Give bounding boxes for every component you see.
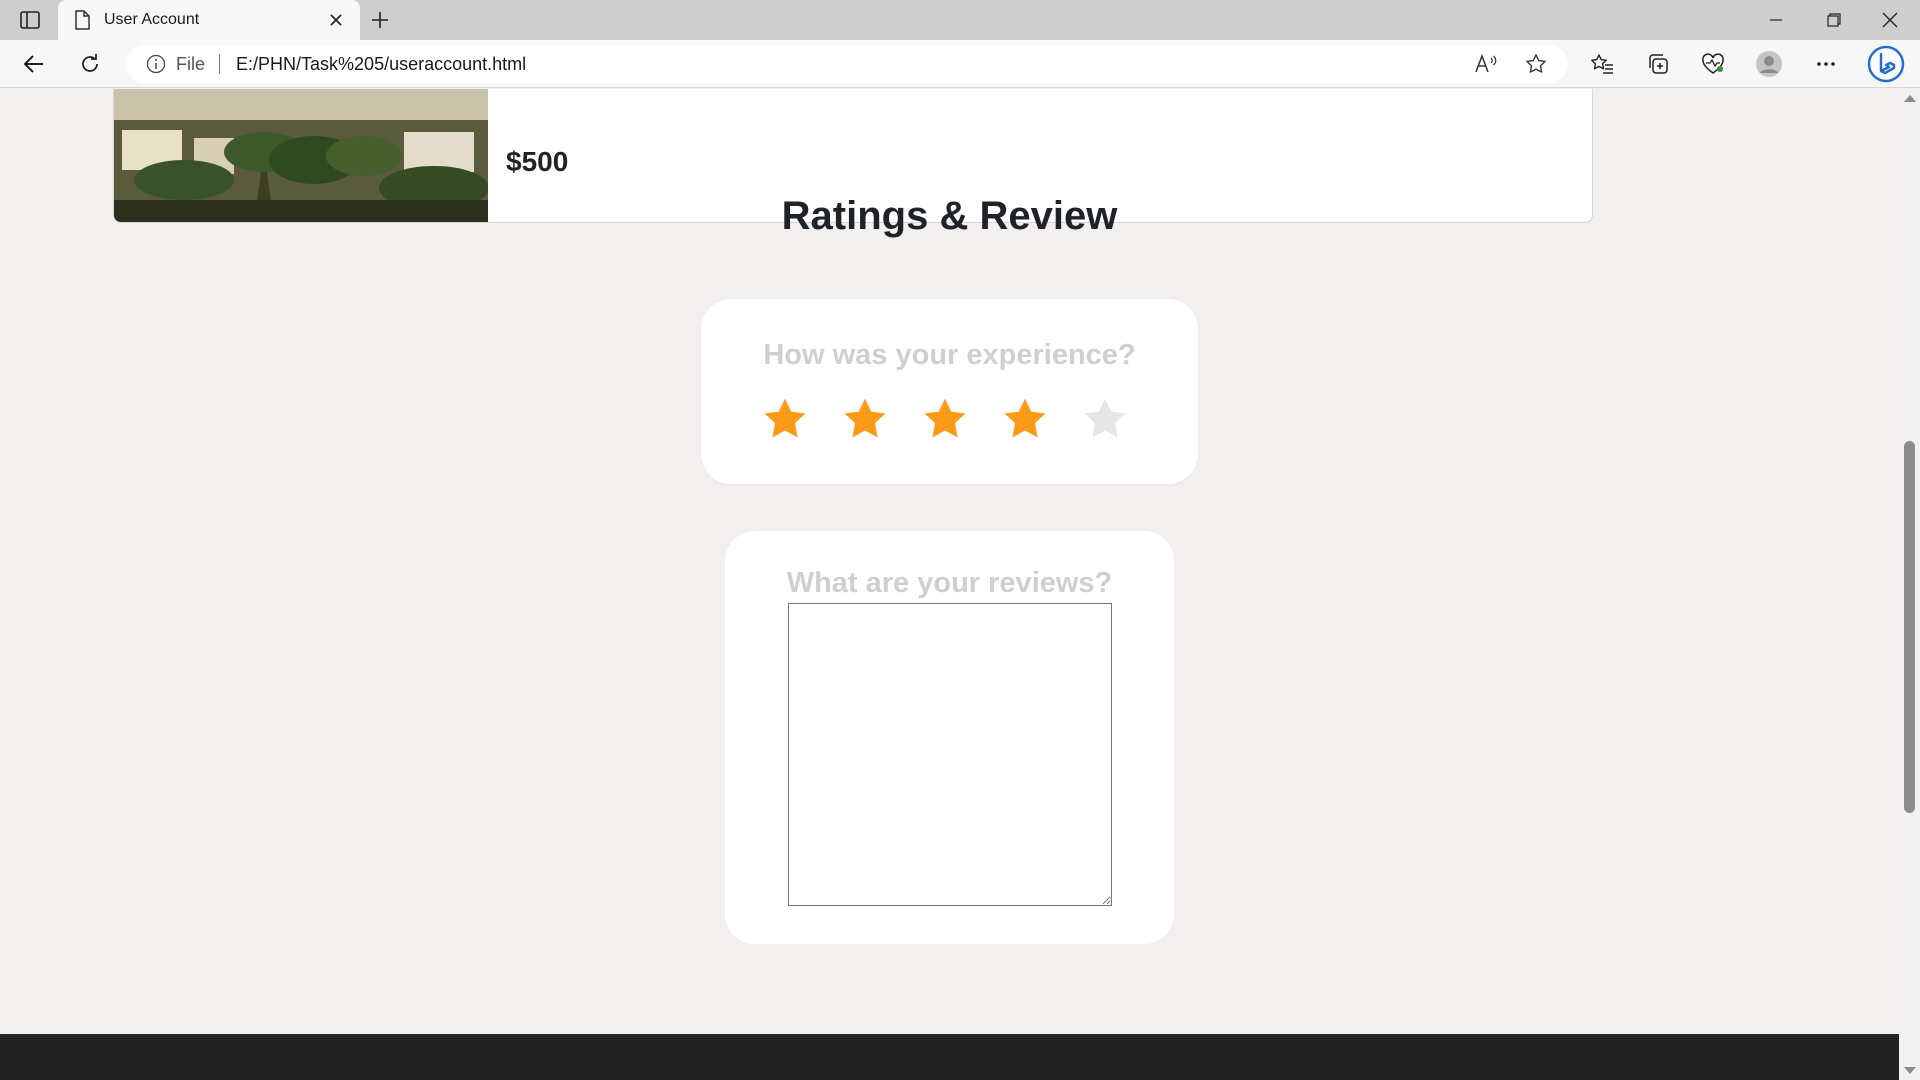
booking-price: $500 [506,146,569,177]
tab-user-account[interactable]: User Account [58,0,360,40]
star-rating [761,395,1129,443]
scroll-up-arrow-icon[interactable] [1904,95,1916,102]
page-footer [0,1034,1899,1080]
profile-button[interactable] [1751,48,1787,80]
close-icon [330,14,342,26]
tab-actions-icon [20,11,40,29]
heart-pulse-icon [1702,53,1724,74]
minimize-icon [1770,19,1782,21]
scroll-down-arrow-icon[interactable] [1904,1067,1916,1074]
collections-icon [1649,54,1668,74]
experience-question: How was your experience? [763,339,1136,371]
browser-essentials-button[interactable] [1695,48,1731,80]
address-bar[interactable]: File E:/PHN/Task%205/useraccount.html [126,45,1568,83]
tab-title: User Account [104,11,200,28]
reload-icon [82,54,98,72]
address-url[interactable]: E:/PHN/Task%205/useraccount.html [236,54,526,75]
address-file-label: File [176,53,206,74]
favorites-button[interactable] [1584,48,1620,80]
restore-icon [1827,13,1841,27]
read-aloud-icon [1475,54,1497,73]
star-4-icon[interactable] [1001,395,1049,443]
bing-copilot-button[interactable] [1864,44,1908,84]
star-5-icon[interactable] [1081,395,1129,443]
tab-close-button[interactable] [324,8,348,32]
page-icon [75,10,90,30]
back-arrow-icon [23,55,43,73]
address-separator [219,54,221,74]
new-tab-button[interactable] [366,6,394,34]
bing-icon [1867,45,1905,83]
ratings-review-title: Ratings & Review [781,194,1118,238]
tab-actions-button[interactable] [14,8,46,32]
browser-toolbar: File E:/PHN/Task%205/useraccount.html [0,40,1920,88]
more-dots-icon [1817,62,1835,66]
collections-button[interactable] [1640,48,1676,80]
review-question: What are your reviews? [786,567,1113,599]
settings-menu-button[interactable] [1808,48,1844,80]
page-content: $500 Ratings & Review How was your exper… [0,89,1899,1080]
close-window-button[interactable] [1862,0,1918,40]
avatar-icon [1756,51,1782,77]
reload-button[interactable] [72,48,108,80]
browser-tab-bar: User Account [0,0,1920,40]
minimize-button[interactable] [1748,0,1804,40]
review-card: What are your reviews? [725,531,1174,944]
rating-card: How was your experience? [701,299,1198,484]
star-3-icon[interactable] [921,395,969,443]
star-2-icon[interactable] [841,395,889,443]
restore-button[interactable] [1806,0,1862,40]
read-aloud-button[interactable] [1470,48,1502,80]
star-1-icon[interactable] [761,395,809,443]
close-icon [1882,12,1898,28]
back-button[interactable] [16,48,52,80]
favorites-icon [1591,54,1613,74]
plus-icon [372,12,388,28]
info-icon [146,54,166,74]
review-textarea[interactable] [788,603,1112,906]
star-outline-icon [1526,54,1546,73]
favorite-page-button[interactable] [1520,48,1552,80]
page-scrollbar[interactable] [1899,89,1920,1080]
scroll-thumb[interactable] [1904,441,1915,813]
